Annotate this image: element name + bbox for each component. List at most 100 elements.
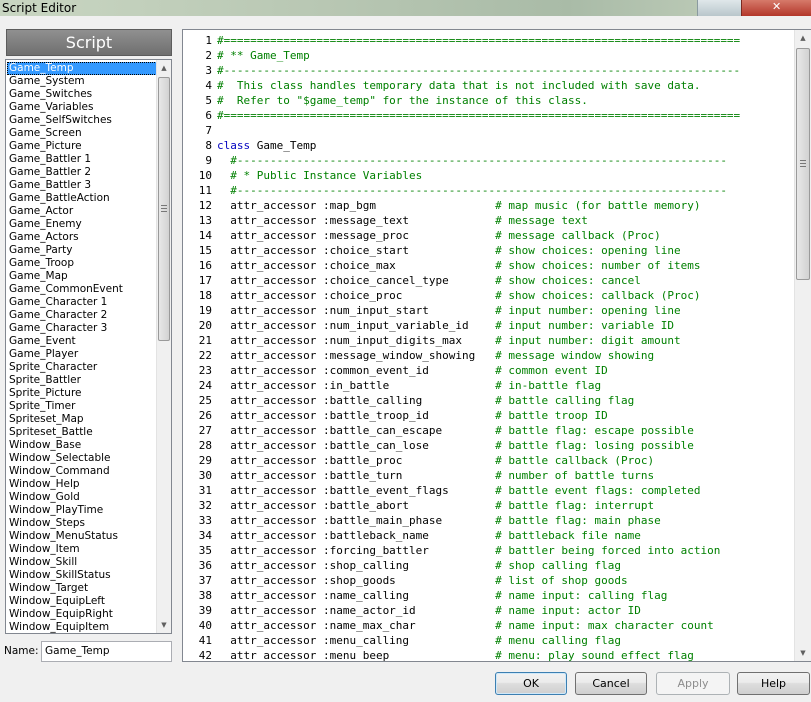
code-line[interactable]: 19 attr_accessor :num_input_start # inpu…: [183, 303, 795, 318]
script-list-item[interactable]: Game_Screen: [7, 127, 157, 140]
maximize-button[interactable]: [697, 0, 741, 16]
script-list[interactable]: Game_Temp Game_System Game_Switches Game_Va…: [5, 59, 172, 634]
ok-button[interactable]: OK: [495, 672, 567, 695]
script-list-item[interactable]: Window_EquipItem: [7, 621, 157, 633]
code-line[interactable]: 37 attr_accessor :shop_goods # list of s…: [183, 573, 795, 588]
script-list-item[interactable]: Game_Character 2: [7, 309, 157, 322]
code-line[interactable]: 20 attr_accessor :num_input_variable_id …: [183, 318, 795, 333]
script-list-item[interactable]: Game_Variables: [7, 101, 157, 114]
script-list-item[interactable]: Game_Actor: [7, 205, 157, 218]
cancel-button[interactable]: Cancel: [575, 672, 647, 695]
script-list-item[interactable]: Window_Skill: [7, 556, 157, 569]
script-list-item[interactable]: Window_Help: [7, 478, 157, 491]
code-line[interactable]: 9 #-------------------------------------…: [183, 153, 795, 168]
code-line[interactable]: 15 attr_accessor :choice_start # show ch…: [183, 243, 795, 258]
script-list-item[interactable]: Game_Troop: [7, 257, 157, 270]
script-list-item[interactable]: Game_Picture: [7, 140, 157, 153]
script-list-item[interactable]: Window_Base: [7, 439, 157, 452]
script-list-item[interactable]: Window_SkillStatus: [7, 569, 157, 582]
help-button[interactable]: Help: [737, 672, 810, 695]
script-list-item[interactable]: Game_System: [7, 75, 157, 88]
code-line[interactable]: 5 # Refer to "$game_temp" for the instanc…: [183, 93, 795, 108]
script-list-item[interactable]: Game_SelfSwitches: [7, 114, 157, 127]
script-list-item[interactable]: Spriteset_Map: [7, 413, 157, 426]
code-line[interactable]: 41 attr_accessor :menu_calling # menu ca…: [183, 633, 795, 648]
code-line[interactable]: 22 attr_accessor :message_window_showing…: [183, 348, 795, 363]
script-list-item[interactable]: Window_Target: [7, 582, 157, 595]
script-list-item[interactable]: Game_Actors: [7, 231, 157, 244]
code-editor[interactable]: 1 #======================================…: [182, 29, 811, 662]
code-line[interactable]: 24 attr_accessor :in_battle # in-battle …: [183, 378, 795, 393]
code-line[interactable]: 3 #--------------------------------------…: [183, 63, 795, 78]
code-line[interactable]: 28 attr_accessor :battle_can_lose # batt…: [183, 438, 795, 453]
script-list-item[interactable]: Window_Selectable: [7, 452, 157, 465]
script-list-item[interactable]: Window_Command: [7, 465, 157, 478]
scroll-down-arrow-icon[interactable]: ▼: [795, 645, 811, 661]
code-line[interactable]: 29 attr_accessor :battle_proc # battle c…: [183, 453, 795, 468]
code-line[interactable]: 2 # ** Game_Temp: [183, 48, 795, 63]
script-list-item[interactable]: Game_Event: [7, 335, 157, 348]
code-line[interactable]: 40 attr_accessor :name_max_char # name i…: [183, 618, 795, 633]
code-line[interactable]: 27 attr_accessor :battle_can_escape # ba…: [183, 423, 795, 438]
code-line[interactable]: 39 attr_accessor :name_actor_id # name i…: [183, 603, 795, 618]
script-list-item[interactable]: Window_Steps: [7, 517, 157, 530]
code-line[interactable]: 6 #======================================…: [183, 108, 795, 123]
name-input[interactable]: Game_Temp: [41, 641, 172, 662]
code-line[interactable]: 34 attr_accessor :battleback_name # batt…: [183, 528, 795, 543]
script-list-item[interactable]: Game_Battler 3: [7, 179, 157, 192]
script-list-item[interactable]: Window_Item: [7, 543, 157, 556]
code-line[interactable]: 7: [183, 123, 795, 138]
code-line[interactable]: 16 attr_accessor :choice_max # show choi…: [183, 258, 795, 273]
script-list-item[interactable]: Sprite_Timer: [7, 400, 157, 413]
code-line[interactable]: 42 attr_accessor :menu_beep # menu: play…: [183, 648, 795, 661]
script-list-item[interactable]: Game_Battler 1: [7, 153, 157, 166]
script-list-item[interactable]: Game_Character 1: [7, 296, 157, 309]
script-list-item[interactable]: Game_Enemy: [7, 218, 157, 231]
scrollbar-thumb[interactable]: [158, 77, 170, 341]
code-line[interactable]: 13 attr_accessor :message_text # message…: [183, 213, 795, 228]
code-line[interactable]: 4 # This class handles temporary data tha…: [183, 78, 795, 93]
code-line[interactable]: 23 attr_accessor :common_event_id # comm…: [183, 363, 795, 378]
scroll-up-arrow-icon[interactable]: ▲: [157, 60, 171, 76]
script-list-item[interactable]: Spriteset_Battle: [7, 426, 157, 439]
script-list-item[interactable]: Window_EquipRight: [7, 608, 157, 621]
script-list-item[interactable]: Game_Temp: [7, 62, 157, 75]
code-line[interactable]: 32 attr_accessor :battle_abort # battle …: [183, 498, 795, 513]
editor-scrollbar[interactable]: ▲ ▼: [794, 30, 811, 661]
script-list-item[interactable]: Sprite_Picture: [7, 387, 157, 400]
code-line[interactable]: 18 attr_accessor :choice_proc # show cho…: [183, 288, 795, 303]
script-list-item[interactable]: Game_Battler 2: [7, 166, 157, 179]
code-line[interactable]: 8 class Game_Temp: [183, 138, 795, 153]
script-list-item[interactable]: Game_Map: [7, 270, 157, 283]
script-list-item[interactable]: Sprite_Character: [7, 361, 157, 374]
code-line[interactable]: 12 attr_accessor :map_bgm # map music (f…: [183, 198, 795, 213]
code-line[interactable]: 11 #------------------------------------…: [183, 183, 795, 198]
code-line[interactable]: 33 attr_accessor :battle_main_phase # ba…: [183, 513, 795, 528]
code-line[interactable]: 1 #======================================…: [183, 33, 795, 48]
code-line[interactable]: 30 attr_accessor :battle_turn # number o…: [183, 468, 795, 483]
scroll-up-arrow-icon[interactable]: ▲: [795, 30, 811, 46]
script-list-item[interactable]: Window_MenuStatus: [7, 530, 157, 543]
script-list-item[interactable]: Game_Switches: [7, 88, 157, 101]
code-line[interactable]: 31 attr_accessor :battle_event_flags # b…: [183, 483, 795, 498]
code-line[interactable]: 26 attr_accessor :battle_troop_id # batt…: [183, 408, 795, 423]
script-list-item[interactable]: Game_BattleAction: [7, 192, 157, 205]
script-list-item[interactable]: Game_Party: [7, 244, 157, 257]
code-line[interactable]: 35 attr_accessor :forcing_battler # batt…: [183, 543, 795, 558]
script-list-item[interactable]: Window_EquipLeft: [7, 595, 157, 608]
code-line[interactable]: 14 attr_accessor :message_proc # message…: [183, 228, 795, 243]
script-list-item[interactable]: Sprite_Battler: [7, 374, 157, 387]
script-list-item[interactable]: Game_Character 3: [7, 322, 157, 335]
code-line[interactable]: 25 attr_accessor :battle_calling # battl…: [183, 393, 795, 408]
scrollbar-thumb[interactable]: [796, 48, 810, 280]
code-line[interactable]: 38 attr_accessor :name_calling # name in…: [183, 588, 795, 603]
script-list-item[interactable]: Window_PlayTime: [7, 504, 157, 517]
script-list-scrollbar[interactable]: ▲ ▼: [156, 60, 171, 633]
script-list-item[interactable]: Game_Player: [7, 348, 157, 361]
script-list-item[interactable]: Game_CommonEvent: [7, 283, 157, 296]
code-line[interactable]: 21 attr_accessor :num_input_digits_max #…: [183, 333, 795, 348]
script-list-item[interactable]: Window_Gold: [7, 491, 157, 504]
code-line[interactable]: 10 # * Public Instance Variables: [183, 168, 795, 183]
apply-button[interactable]: Apply: [656, 672, 730, 695]
code-line[interactable]: 17 attr_accessor :choice_cancel_type # s…: [183, 273, 795, 288]
